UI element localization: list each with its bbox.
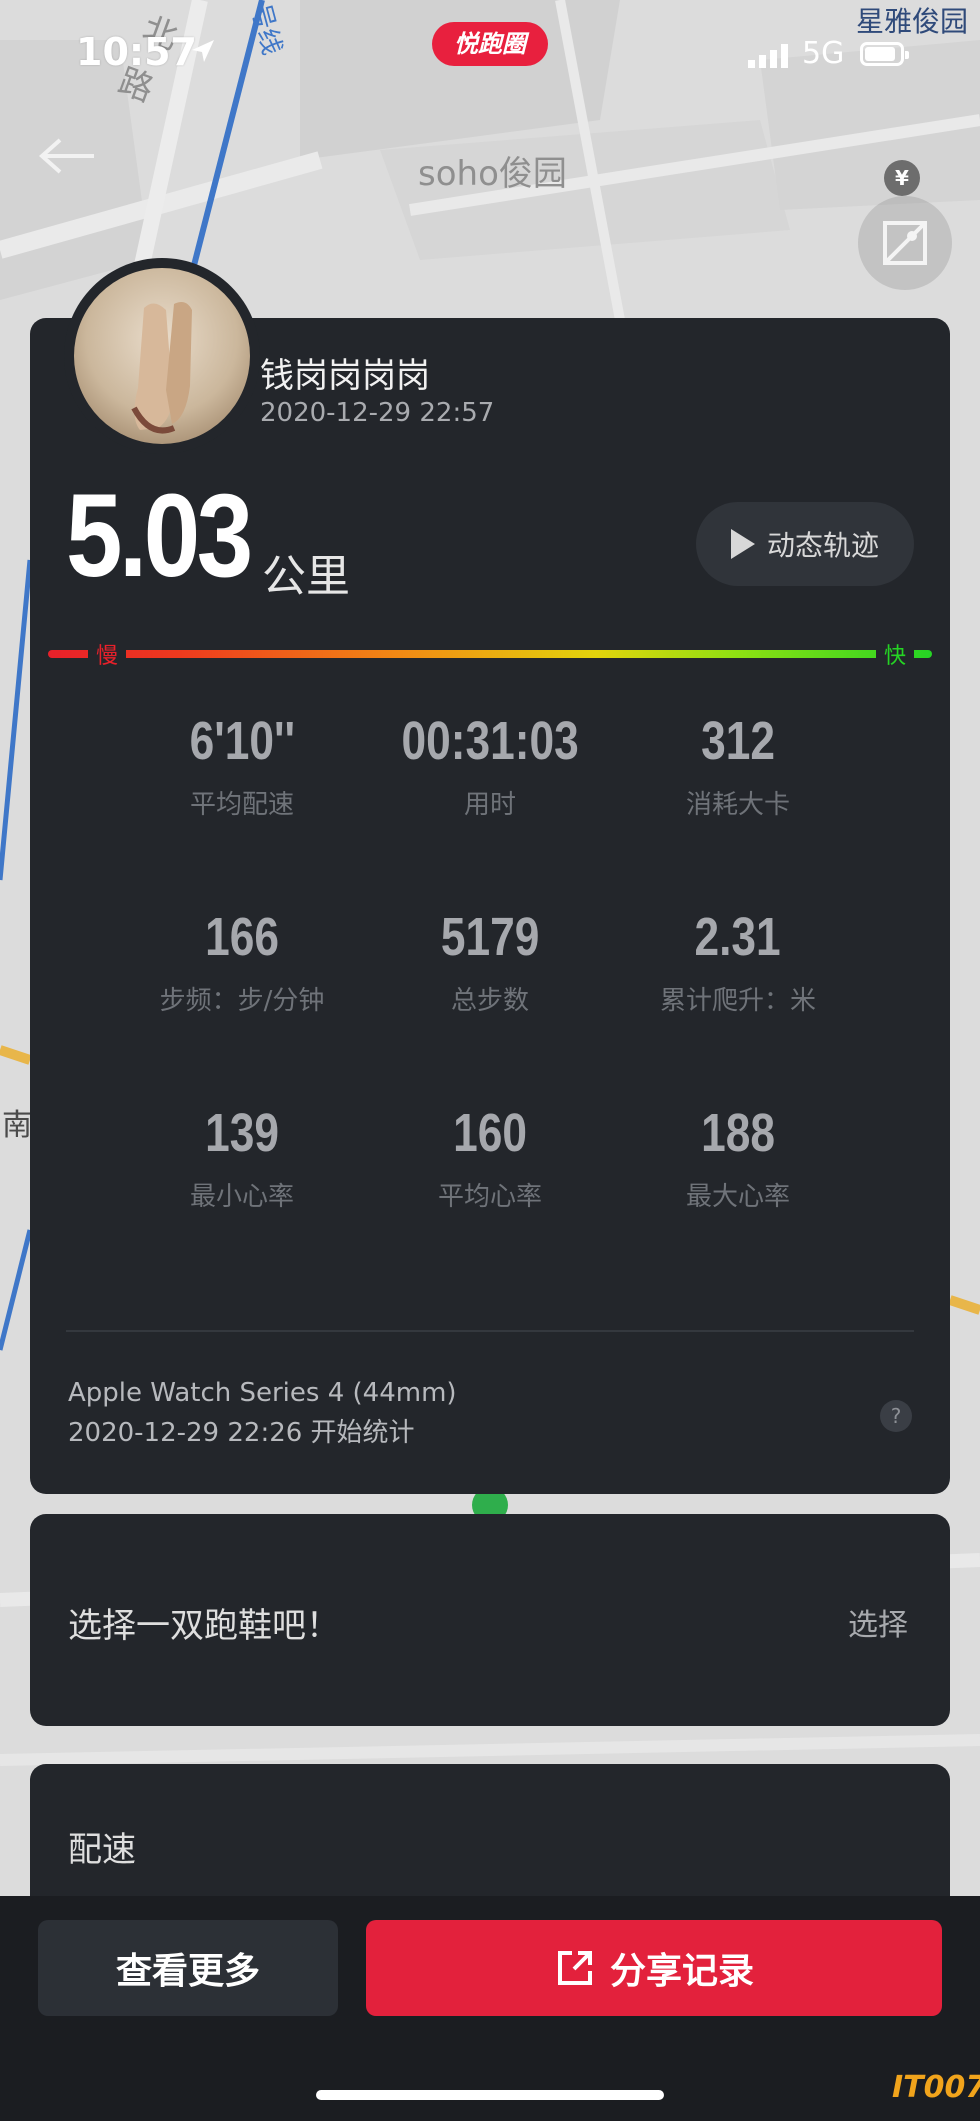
- network-type: 5G: [802, 36, 845, 71]
- stat-max-heart-rate: 188 最大心率: [598, 1102, 878, 1213]
- watermark-logo: IT007: [892, 2070, 980, 2105]
- stat-label: 最大心率: [685, 1182, 790, 1212]
- track-playback-label: 动态轨迹: [766, 529, 879, 562]
- stat-label: 平均配速: [189, 790, 294, 820]
- shoe-select-button[interactable]: 选择: [848, 1600, 908, 1644]
- map-label-nan: 南: [2, 1108, 32, 1143]
- share-record-label: 分享记录: [609, 1951, 754, 1992]
- share-icon: [557, 1951, 592, 1985]
- stat-value: 160: [453, 1103, 527, 1163]
- pace-slow-label: 慢: [88, 638, 127, 670]
- stat-cadence: 166 步频：步/分钟: [102, 906, 382, 1017]
- device-name: Apple Watch Series 4 (44mm): [68, 1378, 457, 1408]
- stat-elevation: 2.31 累计爬升：米: [598, 906, 878, 1017]
- track-playback-button[interactable]: 动态轨迹: [696, 502, 914, 586]
- battery-icon: [860, 42, 909, 66]
- stat-duration: 00:31:03 用时: [350, 710, 630, 821]
- stat-label: 步频：步/分钟: [159, 986, 325, 1016]
- stat-value: 5179: [440, 907, 540, 967]
- stat-min-heart-rate: 139 最小心率: [102, 1102, 382, 1213]
- app-logo: 悦跑圈: [432, 22, 548, 66]
- play-icon: [730, 529, 755, 559]
- back-arrow-icon[interactable]: [38, 136, 98, 176]
- signal-icon: [748, 44, 788, 68]
- bottom-action-bar: 查看更多 分享记录: [0, 1896, 980, 2121]
- shoe-prompt: 选择一双跑鞋吧！: [68, 1606, 340, 1646]
- stat-value: 139: [205, 1103, 279, 1163]
- run-summary-card: 钱岗岗岗岗 2020-12-29 22:57 5.03 公里 动态轨迹 慢 快 …: [30, 258, 950, 1494]
- pace-section-title: 配速: [68, 1830, 136, 1870]
- stat-label: 消耗大卡: [685, 790, 790, 820]
- stat-label: 累计爬升：米: [659, 986, 816, 1016]
- status-time: 10:57: [76, 30, 197, 74]
- stat-value: 6'10'': [189, 711, 295, 771]
- distance-unit: 公里: [262, 551, 350, 602]
- stat-value: 166: [205, 907, 279, 967]
- status-bar: 10:57 悦跑圈 5G: [0, 0, 980, 110]
- home-indicator[interactable]: [316, 2090, 664, 2100]
- divider: [66, 1330, 914, 1332]
- stat-value: 00:31:03: [401, 711, 579, 771]
- stat-avg-pace: 6'10'' 平均配速: [102, 710, 382, 821]
- avatar-image: [74, 268, 250, 444]
- map-label-soho: soho俊园: [418, 154, 567, 194]
- stat-label: 平均心率: [437, 1182, 542, 1212]
- stat-total-steps: 5179 总步数: [350, 906, 630, 1017]
- pace-gradient-bar: 慢 快: [48, 638, 932, 670]
- shoe-select-card[interactable]: 选择一双跑鞋吧！ 选择: [30, 1514, 950, 1726]
- layers-icon: [883, 221, 927, 265]
- view-more-button[interactable]: 查看更多: [38, 1920, 338, 2016]
- stat-value: 2.31: [694, 907, 782, 967]
- user-name: 钱岗岗岗岗: [260, 356, 430, 396]
- pace-gradient-line: [48, 650, 932, 658]
- run-date: 2020-12-29 22:57: [260, 398, 495, 428]
- stat-calories: 312 消耗大卡: [598, 710, 878, 821]
- share-record-button[interactable]: 分享记录: [366, 1920, 942, 2016]
- location-arrow-icon: [192, 40, 214, 62]
- layers-button[interactable]: [858, 196, 952, 290]
- pace-fast-label: 快: [876, 638, 915, 670]
- stat-value: 188: [701, 1103, 775, 1163]
- stat-value: 312: [701, 711, 775, 771]
- distance-value: 5.03: [66, 470, 253, 602]
- avatar[interactable]: [64, 258, 260, 454]
- help-icon[interactable]: ?: [880, 1400, 912, 1432]
- metro-coin-icon[interactable]: ¥: [884, 160, 920, 196]
- stat-label: 总步数: [450, 986, 529, 1016]
- device-start-time: 2020-12-29 22:26 开始统计: [68, 1418, 415, 1448]
- stat-avg-heart-rate: 160 平均心率: [350, 1102, 630, 1213]
- stat-label: 用时: [463, 790, 516, 820]
- stat-label: 最小心率: [189, 1182, 294, 1212]
